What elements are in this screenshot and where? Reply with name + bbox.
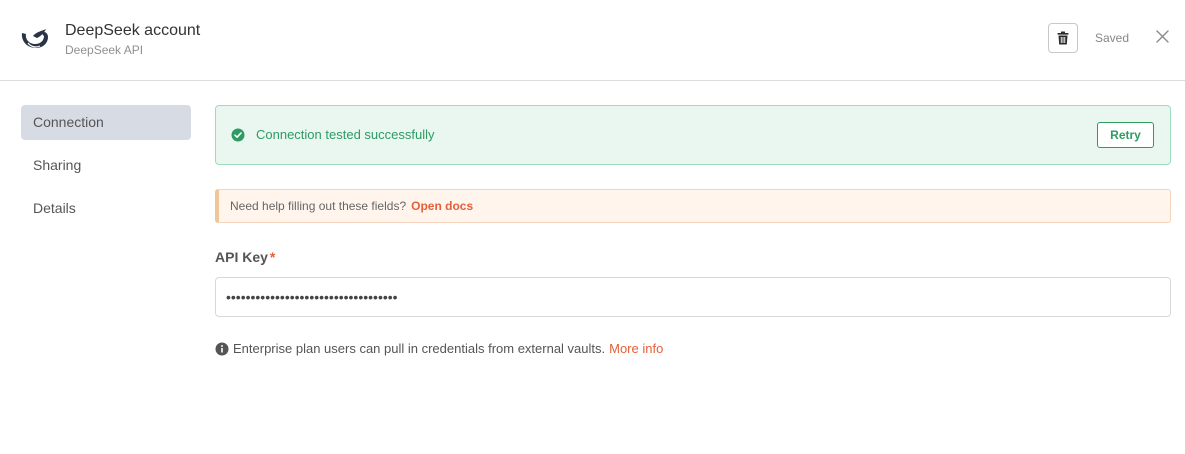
more-info-link[interactable]: More info bbox=[609, 341, 663, 356]
deepseek-whale-icon bbox=[21, 29, 48, 48]
api-key-label-text: API Key bbox=[215, 249, 268, 265]
sidebar-item-connection[interactable]: Connection bbox=[21, 105, 191, 140]
api-key-input[interactable] bbox=[215, 277, 1171, 317]
trash-icon bbox=[1057, 31, 1069, 45]
connection-success-banner: Connection tested successfully Retry bbox=[215, 105, 1171, 165]
sidebar-nav: Connection Sharing Details bbox=[21, 105, 191, 234]
docs-hint-banner: Need help filling out these fields? Open … bbox=[215, 189, 1171, 223]
delete-button[interactable] bbox=[1048, 23, 1078, 53]
sidebar-item-details[interactable]: Details bbox=[21, 191, 191, 226]
account-subtitle: DeepSeek API bbox=[65, 43, 144, 57]
account-title: DeepSeek account bbox=[65, 22, 201, 39]
info-message: Enterprise plan users can pull in creden… bbox=[233, 341, 606, 356]
api-key-label: API Key * bbox=[215, 249, 275, 265]
sidebar-item-sharing[interactable]: Sharing bbox=[21, 148, 191, 183]
close-icon[interactable] bbox=[1155, 29, 1170, 44]
vault-info-row: Enterprise plan users can pull in creden… bbox=[215, 341, 663, 356]
check-circle-icon bbox=[231, 128, 245, 142]
open-docs-link[interactable]: Open docs bbox=[411, 199, 473, 213]
hint-text-row: Need help filling out these fields? Open … bbox=[230, 199, 473, 213]
modal-header: DeepSeek account DeepSeek API Saved bbox=[0, 0, 1185, 81]
success-message: Connection tested successfully bbox=[256, 127, 435, 142]
info-icon bbox=[215, 342, 229, 355]
retry-button[interactable]: Retry bbox=[1097, 122, 1154, 148]
required-marker: * bbox=[269, 249, 276, 265]
saved-status: Saved bbox=[1095, 31, 1130, 45]
hint-message: Need help filling out these fields? bbox=[230, 199, 407, 213]
